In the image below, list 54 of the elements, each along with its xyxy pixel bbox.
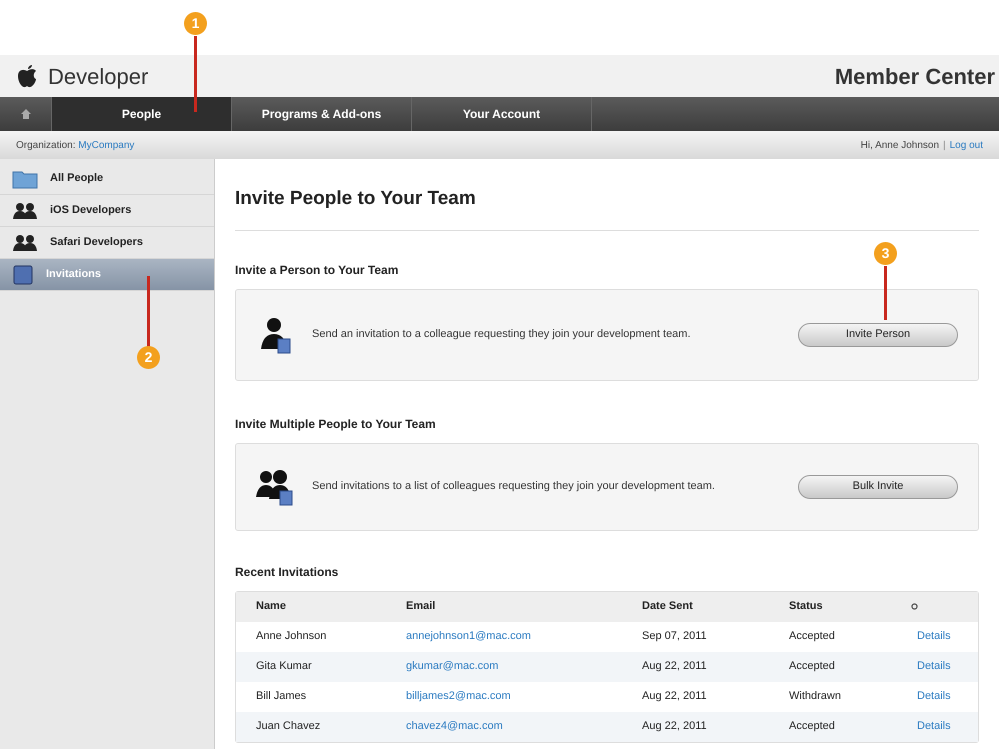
invite-button[interactable]: Invite Person (798, 322, 958, 346)
column-header: Name (256, 599, 287, 614)
email-link[interactable]: gkumar@mac.com (406, 660, 498, 672)
table-cell-text: Aug 22, 2011 (642, 719, 708, 734)
table-cell-text: Aug 22, 2011 (642, 659, 708, 674)
organization-link[interactable]: MyCompany (78, 140, 134, 150)
sidebar-item[interactable]: Invitations (0, 259, 214, 291)
invite-description: Send an invitation to a colleague requesting they join your development team. (312, 327, 692, 342)
sidebar-item[interactable]: iOS Developers (0, 195, 214, 227)
nav-tab[interactable]: People (52, 97, 232, 131)
folder-icon (12, 168, 38, 188)
column-header: Email (406, 599, 436, 614)
section-heading: Invite Multiple People to Your Team (235, 416, 437, 432)
invite-description: Send invitations to a list of colleagues requesting they join your development team. (312, 479, 716, 494)
callout-badge: 1 (184, 12, 207, 35)
details-link[interactable]: Details (917, 628, 951, 645)
page-header-title: Member Center (834, 62, 995, 90)
circle-icon (911, 603, 918, 610)
table-cell-text: Sep 07, 2011 (642, 629, 708, 644)
logout-link[interactable]: Log out (950, 138, 983, 152)
column-header: Status (789, 599, 824, 614)
table-cell-text: Bill James (256, 689, 308, 704)
details-link[interactable]: Details (917, 688, 951, 705)
invite-button[interactable]: Bulk Invite (798, 474, 958, 498)
email-link[interactable]: billjames2@mac.com (406, 690, 511, 702)
details-link[interactable]: Details (917, 718, 951, 735)
greeting-text: Hi, Anne Johnson (860, 138, 940, 152)
table-cell-text: Accepted (789, 629, 836, 644)
section-heading: Recent Invitations (235, 564, 340, 580)
badge-icon (12, 264, 34, 284)
column-header: Date Sent (642, 599, 694, 614)
email-link[interactable]: annejohnson1@mac.com (406, 630, 531, 642)
table-cell-text: Juan Chavez (256, 719, 322, 734)
brand-name: Developer (48, 62, 148, 91)
organization-label: Organization: MyCompany (16, 138, 134, 152)
people-icon (12, 202, 38, 220)
sidebar-item[interactable]: All People (0, 163, 214, 195)
section-heading: Invite a Person to Your Team (235, 262, 400, 278)
table-cell-text: Accepted (789, 719, 836, 734)
table-cell-text: Accepted (789, 659, 836, 674)
leader-line (147, 276, 150, 348)
people-icon (12, 234, 38, 252)
leader-line (884, 266, 887, 320)
email-link[interactable]: chavez4@mac.com (406, 720, 503, 732)
page-title: Invite People to Your Team (235, 185, 979, 230)
table-cell-text: Gita Kumar (256, 659, 313, 674)
table-cell-text: Withdrawn (789, 689, 842, 704)
home-icon (20, 108, 32, 120)
details-link[interactable]: Details (917, 658, 951, 675)
table-cell-text: Anne Johnson (256, 629, 328, 644)
callout-badge: 3 (874, 242, 897, 265)
apple-icon (16, 64, 38, 88)
table-cell-text: Aug 22, 2011 (642, 689, 708, 704)
separator-text: | (943, 138, 946, 152)
